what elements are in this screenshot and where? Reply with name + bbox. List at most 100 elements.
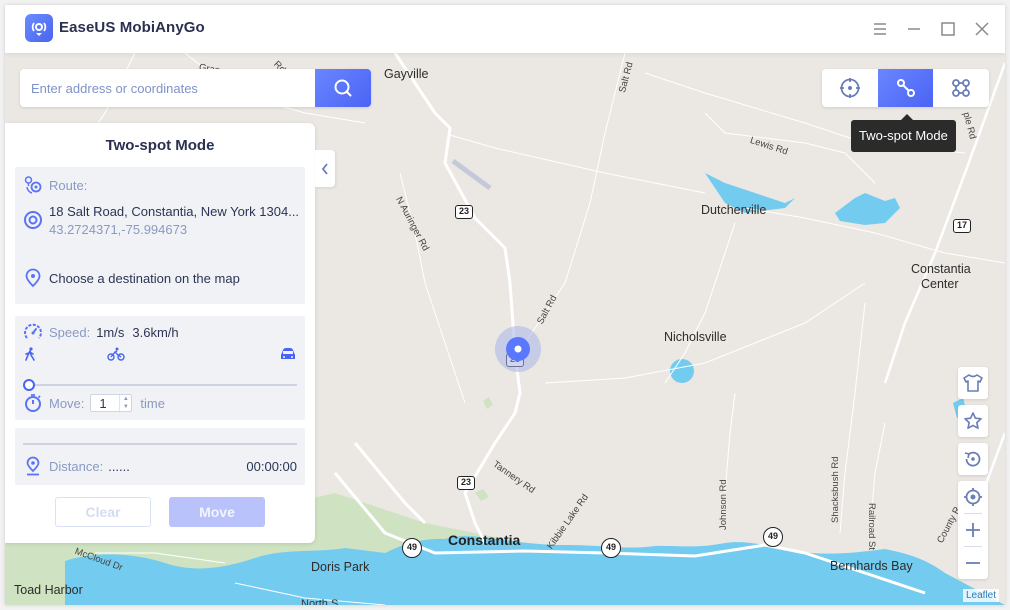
route-shield-49: 49 xyxy=(402,538,422,558)
park-area xyxy=(475,489,489,501)
collapse-panel-button[interactable] xyxy=(315,150,335,187)
leaflet-attribution-link[interactable]: Leaflet xyxy=(963,589,1000,602)
shirt-icon xyxy=(963,374,983,392)
search-bar xyxy=(20,69,371,107)
history-icon xyxy=(964,451,981,467)
map-label-nicholsville: Nicholsville xyxy=(664,330,727,344)
speed-card: Speed: 1m/s 3.6km/h Move: 1 ▲ ▼ time xyxy=(15,316,305,420)
map-label-constantia-center: Constantia xyxy=(911,262,971,276)
airstrip xyxy=(451,158,492,191)
route-pins-icon xyxy=(23,175,43,195)
close-icon xyxy=(975,22,989,36)
panel-title: Two-spot Mode xyxy=(105,137,215,154)
destination-prompt: Choose a destination on the map xyxy=(49,270,240,286)
map-label-constantia-center-2: Center xyxy=(921,277,959,291)
speed-label: Speed: xyxy=(49,324,91,340)
teleport-mode-button[interactable] xyxy=(822,69,878,107)
zoom-out-button[interactable] xyxy=(958,547,988,579)
zoom-in-icon xyxy=(966,523,980,537)
app-title: EaseUS MobiAnyGo xyxy=(59,19,205,36)
locate-icon xyxy=(964,488,982,506)
crosshair-icon xyxy=(839,78,860,98)
progress-track xyxy=(23,443,297,445)
map-label-dutcherville: Dutcherville xyxy=(701,203,767,217)
distance-pin-icon xyxy=(23,456,43,476)
bike-icon[interactable] xyxy=(107,347,125,366)
pond-water xyxy=(835,193,900,225)
speed-kmh: 3.6km/h xyxy=(132,324,179,340)
mode-toolbar xyxy=(822,69,989,107)
maximize-icon xyxy=(941,22,955,36)
origin-address: 18 Salt Road, Constantia, New York 1304.… xyxy=(49,204,300,219)
distance-label: Distance: xyxy=(49,458,104,474)
map-label-north: North S xyxy=(301,598,339,605)
close-button[interactable] xyxy=(970,17,994,41)
move-button[interactable]: Move xyxy=(169,497,265,527)
star-icon xyxy=(964,412,982,429)
park-area xyxy=(483,397,493,409)
zoom-control xyxy=(958,481,988,579)
route-shield-49: 49 xyxy=(763,527,783,547)
clear-button[interactable]: Clear xyxy=(55,497,151,527)
locate-button[interactable] xyxy=(958,481,988,513)
favorite-control xyxy=(958,405,988,437)
walk-icon[interactable] xyxy=(23,347,37,366)
mode-tooltip: Two-spot Mode xyxy=(851,114,956,152)
move-row: Move: 1 ▲ ▼ time xyxy=(23,393,165,413)
route-label: Route: xyxy=(49,177,88,193)
favorite-button[interactable] xyxy=(958,405,988,437)
app-logo-icon xyxy=(25,14,53,42)
route-17 xyxy=(883,62,1005,384)
two-spot-mode-button[interactable] xyxy=(877,69,934,107)
speed-slider-thumb[interactable] xyxy=(23,379,35,391)
maximize-button[interactable] xyxy=(936,17,960,41)
map-label-gayville: Gayville xyxy=(384,67,429,81)
speed-slider[interactable] xyxy=(29,384,297,386)
current-location-marker[interactable] xyxy=(494,325,542,373)
move-label: Move: xyxy=(49,395,85,411)
speedometer-icon xyxy=(23,322,43,342)
zoom-in-button[interactable] xyxy=(958,514,988,546)
distance-card: Distance: ...... 00:00:00 xyxy=(15,428,305,485)
origin-coordinates: 43.2724371,-75.994673 xyxy=(49,222,188,237)
speed-row: Speed: 1m/s 3.6km/h xyxy=(23,322,179,342)
menu-button[interactable] xyxy=(868,17,892,41)
multi-spot-mode-button[interactable] xyxy=(933,69,989,107)
chevron-left-icon xyxy=(321,162,328,175)
shirt-button[interactable] xyxy=(958,367,988,399)
map-label-bernhards-bay: Bernhards Bay xyxy=(830,559,913,573)
move-count-stepper[interactable]: 1 ▲ ▼ xyxy=(90,394,133,412)
stepper-down-icon[interactable]: ▼ xyxy=(123,404,129,410)
route-origin[interactable]: 18 Salt Road, Constantia, New York 1304.… xyxy=(23,203,299,239)
skin-control xyxy=(958,367,988,399)
route-icon xyxy=(896,79,915,97)
route-header: Route: xyxy=(23,175,87,195)
move-unit: time xyxy=(140,395,165,411)
minimize-button[interactable] xyxy=(902,17,926,41)
search-input[interactable] xyxy=(20,69,315,107)
route-destination[interactable]: Choose a destination on the map xyxy=(23,268,240,288)
speed-ms: 1m/s xyxy=(96,324,125,340)
road-label-johnson-rd: Johnson Rd xyxy=(718,479,729,530)
road-label-railroad-st: Railroad St xyxy=(866,503,877,550)
map-label-constantia: Constantia xyxy=(448,532,521,548)
search-button[interactable] xyxy=(315,69,371,107)
zoom-out-icon xyxy=(966,562,980,564)
history-button[interactable] xyxy=(958,443,988,475)
distance-value: ...... xyxy=(108,458,130,474)
stepper-up-icon[interactable]: ▲ xyxy=(123,396,129,402)
map-label-doris-park: Doris Park xyxy=(311,560,370,574)
history-control xyxy=(958,443,988,475)
two-spot-panel: Two-spot Mode Route: 18 Salt Road, Const… xyxy=(5,123,315,543)
move-count-value: 1 xyxy=(99,395,107,411)
title-bar: EaseUS MobiAnyGo xyxy=(5,5,1005,53)
app-window: EaseUS MobiAnyGo Gayville Dutcherville C… xyxy=(5,5,1005,605)
multi-spot-icon xyxy=(952,79,971,97)
origin-target-icon xyxy=(23,210,43,230)
car-icon[interactable] xyxy=(279,347,297,366)
route-shield-23: 23 xyxy=(457,476,476,490)
minimize-icon xyxy=(908,28,920,30)
destination-pin-icon xyxy=(23,268,43,288)
route-card: Route: 18 Salt Road, Constantia, New Yor… xyxy=(15,167,305,304)
search-icon xyxy=(334,79,352,97)
